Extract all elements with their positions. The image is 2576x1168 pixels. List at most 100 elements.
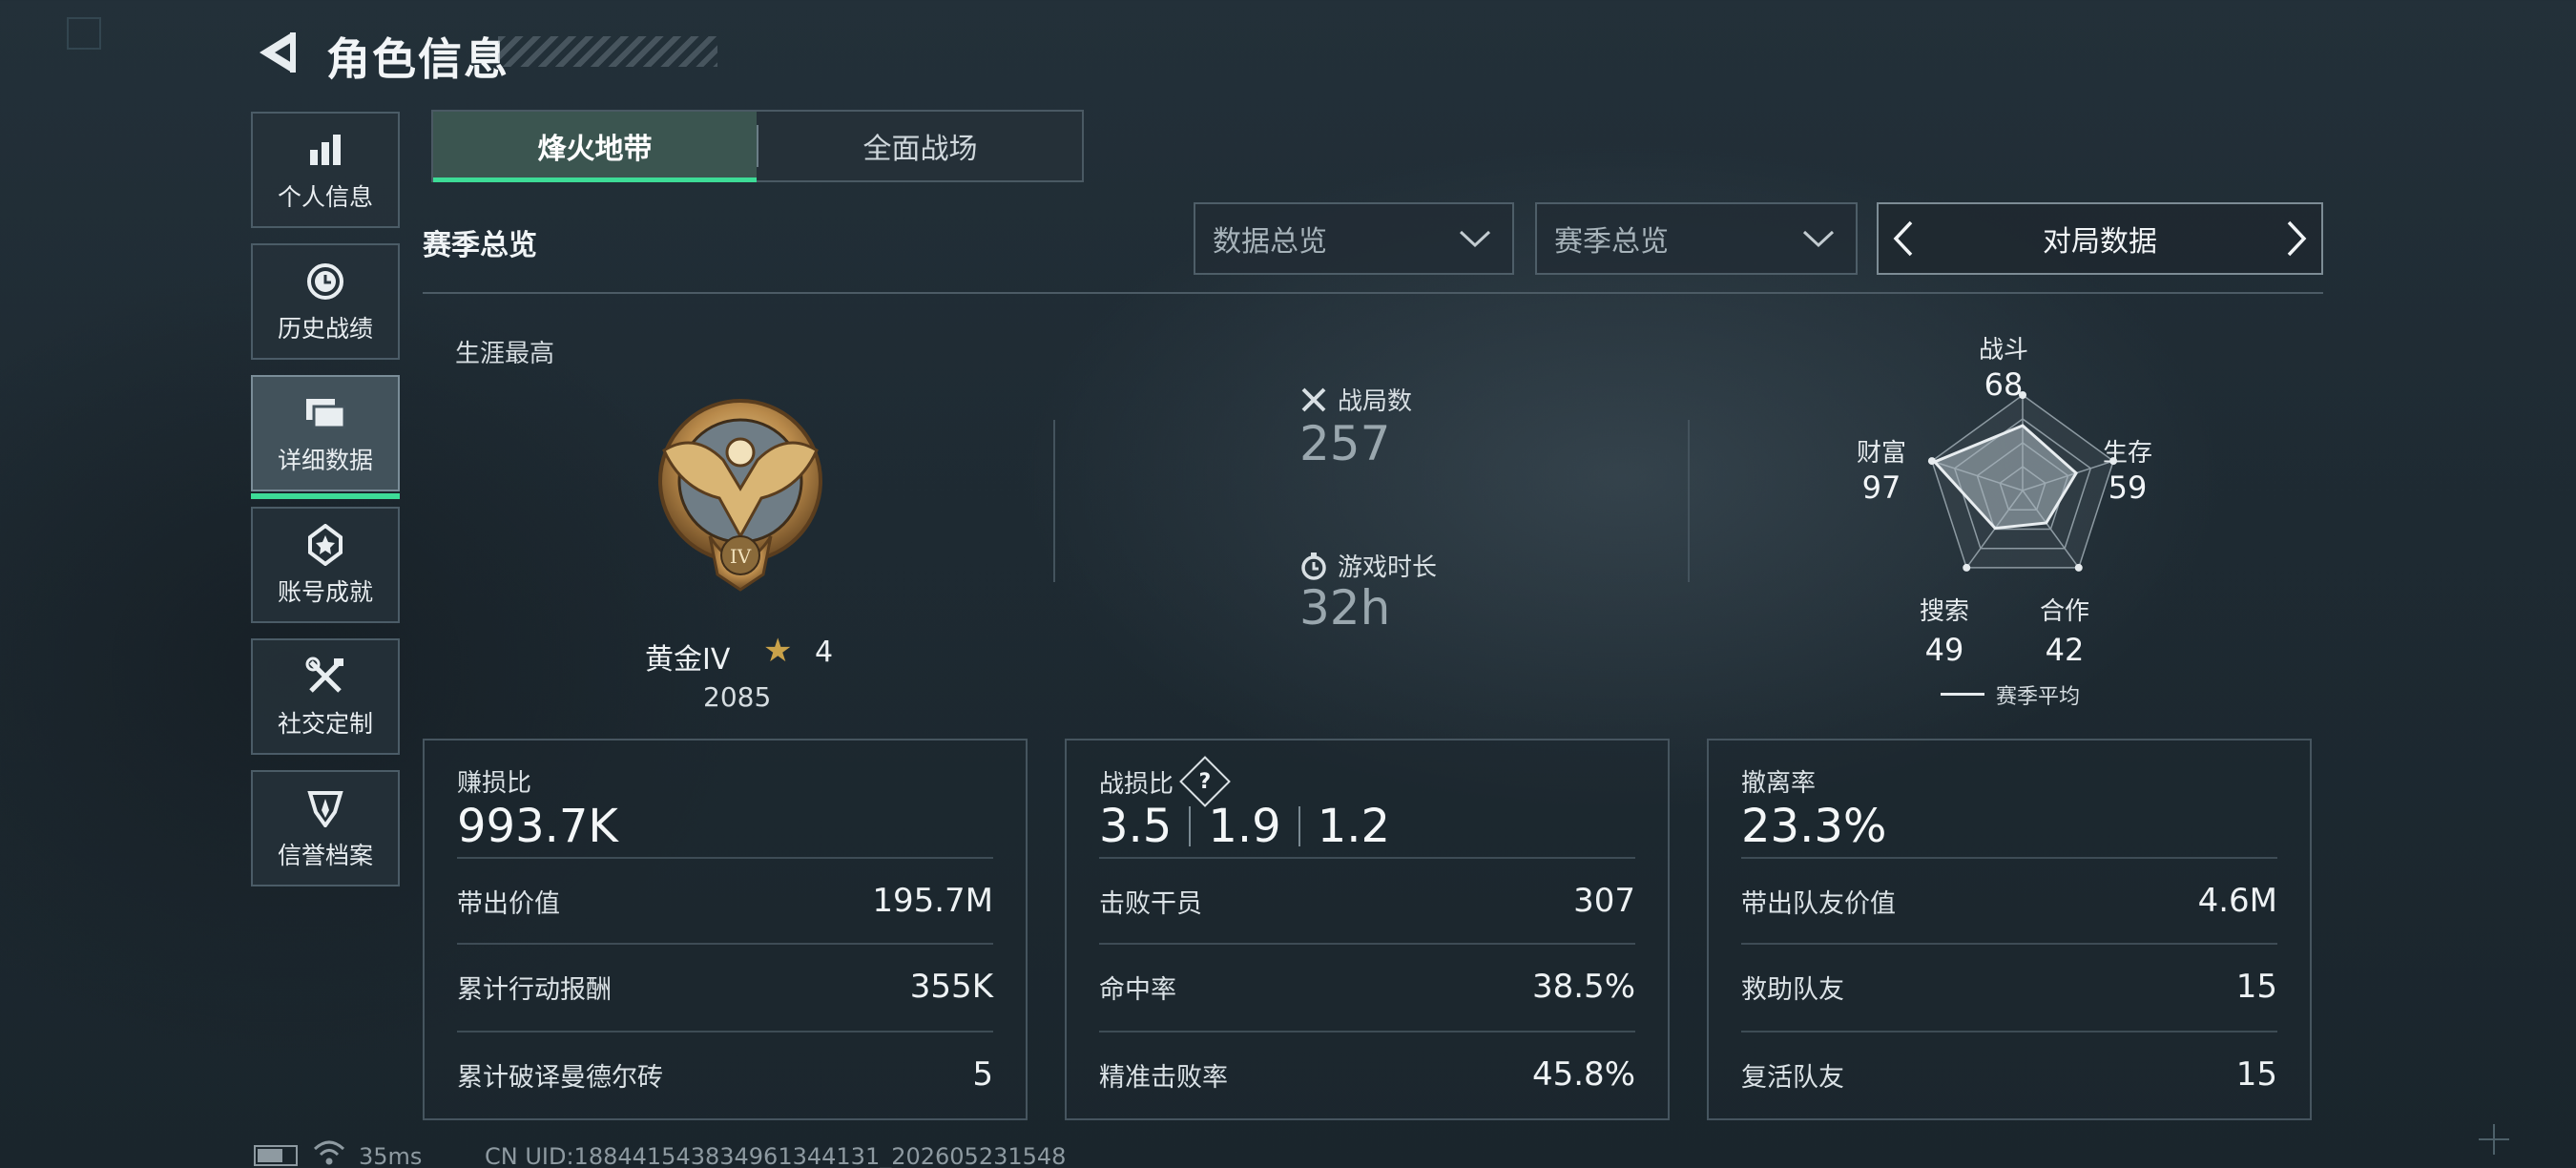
stat-value: 307 (1573, 882, 1635, 920)
pager-label: 对局数据 (2043, 225, 2157, 259)
sidebar-item-label: 信誉档案 (277, 842, 373, 869)
stat-label: 击败干员 (1099, 888, 1202, 919)
crossed-swords-icon (1301, 387, 1326, 411)
kd-value: 1.9 (1208, 800, 1281, 853)
sidebar-item-reputation[interactable]: 信誉档案 (251, 770, 400, 886)
kd-value: 1.2 (1317, 800, 1391, 853)
profit-stat-row: 带出价值 195.7M (457, 857, 993, 943)
data-overview-dropdown[interactable]: 数据总览 (1194, 202, 1514, 275)
history-clock-icon (305, 259, 345, 304)
chevron-right-icon[interactable] (2285, 219, 2308, 258)
dropdown-value: 赛季总览 (1554, 225, 1669, 259)
stacked-cards-icon (304, 390, 346, 436)
stat-label: 救助队友 (1741, 974, 1844, 1005)
medal-numeral: IV (730, 545, 752, 568)
column-divider (1688, 420, 1690, 582)
career-high-label: 生涯最高 (455, 340, 555, 368)
stopwatch-icon (1301, 552, 1326, 580)
playtime-label-text: 游戏时长 (1338, 553, 1438, 582)
stat-value: 38.5% (1531, 968, 1635, 1006)
playtime-label: 游戏时长 (1299, 548, 1437, 583)
stat-label: 累计破译曼德尔砖 (457, 1062, 663, 1093)
combat-stat-row: 击败干员 307 (1099, 857, 1635, 943)
achievement-badge-icon (306, 522, 344, 568)
sidebar-item-profile[interactable]: 个人信息 (251, 112, 400, 228)
extraction-stat-row: 救助队友 15 (1741, 943, 2277, 1029)
sidebar-item-label: 账号成就 (277, 578, 373, 606)
radar-value-wealth: 97 (1861, 469, 1901, 506)
radar-value-survival: 59 (2108, 469, 2148, 506)
stat-value: 15 (2235, 968, 2277, 1006)
stat-label: 命中率 (1099, 974, 1176, 1005)
combat-stat-row: 精准击败率 45.8% (1099, 1031, 1635, 1116)
chevron-left-icon[interactable] (1892, 219, 1915, 258)
sidebar-item-social[interactable]: 社交定制 (251, 638, 400, 755)
user-uid: CN UID:1884415438349613441​31_2026052315… (485, 1143, 1067, 1168)
bar-chart-icon (306, 127, 344, 173)
chevron-down-icon (1459, 230, 1491, 248)
extraction-stat-row: 带出队友价值 4.6M (1741, 857, 2277, 943)
section-divider (423, 292, 2323, 294)
combat-stat-row: 命中率 38.5% (1099, 943, 1635, 1029)
mode-tabs: 烽火地带 全面战场 (431, 110, 1084, 182)
stat-value: 15 (2235, 1055, 2277, 1094)
legend-line (1941, 693, 1984, 696)
card-title-text: 战损比 (1099, 769, 1174, 799)
radar-label-survival: 生存 (2102, 439, 2152, 468)
column-divider (1053, 420, 1055, 582)
sidebar-item-label: 详细数据 (277, 447, 373, 474)
stat-value: 4.6M (2197, 882, 2277, 920)
card-main-value: 23.3% (1741, 800, 1887, 853)
profit-stat-row: 累计行动报酬 355K (457, 943, 993, 1029)
radar-axis-endpoint (1963, 563, 1971, 572)
matches-label: 战局数 (1299, 382, 1412, 417)
chevron-down-icon (1802, 230, 1835, 248)
dropdown-value: 数据总览 (1213, 225, 1327, 259)
radar-label-teamwork: 合作 (2039, 597, 2089, 626)
card-title: 战损比 ? (1099, 756, 1231, 807)
card-title: 撤离率 (1741, 769, 1817, 798)
radar-value-teamwork: 42 (2045, 632, 2085, 668)
rank-score: 2085 (703, 681, 772, 713)
stat-label: 带出价值 (457, 888, 560, 919)
sidebar-item-history[interactable]: 历史战绩 (251, 243, 400, 360)
sidebar-item-label: 历史战绩 (277, 315, 373, 343)
radar-label-combat: 战斗 (1978, 336, 2028, 365)
season-overview-dropdown[interactable]: 赛季总览 (1535, 202, 1858, 275)
tab-hazard-zone[interactable]: 烽火地带 (433, 112, 757, 182)
radar-legend: 赛季平均 (1996, 685, 2081, 709)
page-title: 角色信息 (326, 33, 509, 85)
title-decoration (498, 36, 717, 67)
gold-rank-medal-icon: IV (658, 399, 822, 592)
rank-star-count: 4 (815, 636, 834, 669)
corner-frame-icon (67, 17, 101, 50)
stat-value: 195.7M (872, 882, 993, 920)
profit-stat-row: 累计破译曼德尔砖 5 (457, 1031, 993, 1116)
kd-value: 3.5 (1099, 800, 1173, 853)
match-data-pager: 对局数据 (1877, 202, 2323, 275)
playtime-value: 32h (1299, 580, 1391, 636)
kd-values: 3.5 1.9 1.2 (1099, 800, 1390, 853)
stat-value: 45.8% (1531, 1055, 1635, 1094)
stat-value: 5 (972, 1055, 993, 1094)
radar-label-wealth: 财富 (1856, 439, 1906, 468)
ping-value: 35ms (359, 1143, 423, 1168)
radar-value-search: 49 (1924, 632, 1964, 668)
tab-all-out-warfare[interactable]: 全面战场 (758, 112, 1082, 180)
stat-value: 355K (909, 968, 993, 1006)
matches-label-text: 战局数 (1338, 387, 1413, 416)
extraction-stat-row: 复活队友 15 (1741, 1031, 2277, 1116)
stat-label: 带出队友价值 (1741, 888, 1896, 919)
sidebar-item-label: 个人信息 (277, 183, 373, 211)
radar-label-search: 搜索 (1919, 597, 1969, 626)
kd-divider (1298, 806, 1300, 846)
wrench-tools-icon (305, 654, 345, 699)
crosshair-icon (2479, 1124, 2509, 1155)
radar-axis-endpoint (2074, 563, 2083, 572)
sidebar-item-achievements[interactable]: 账号成就 (251, 507, 400, 623)
battery-level (258, 1149, 282, 1162)
back-arrow-icon[interactable] (254, 29, 300, 76)
matches-value: 257 (1299, 416, 1391, 471)
sidebar-item-detail-data[interactable]: 详细数据 (251, 375, 400, 499)
stat-label: 复活队友 (1741, 1062, 1844, 1093)
